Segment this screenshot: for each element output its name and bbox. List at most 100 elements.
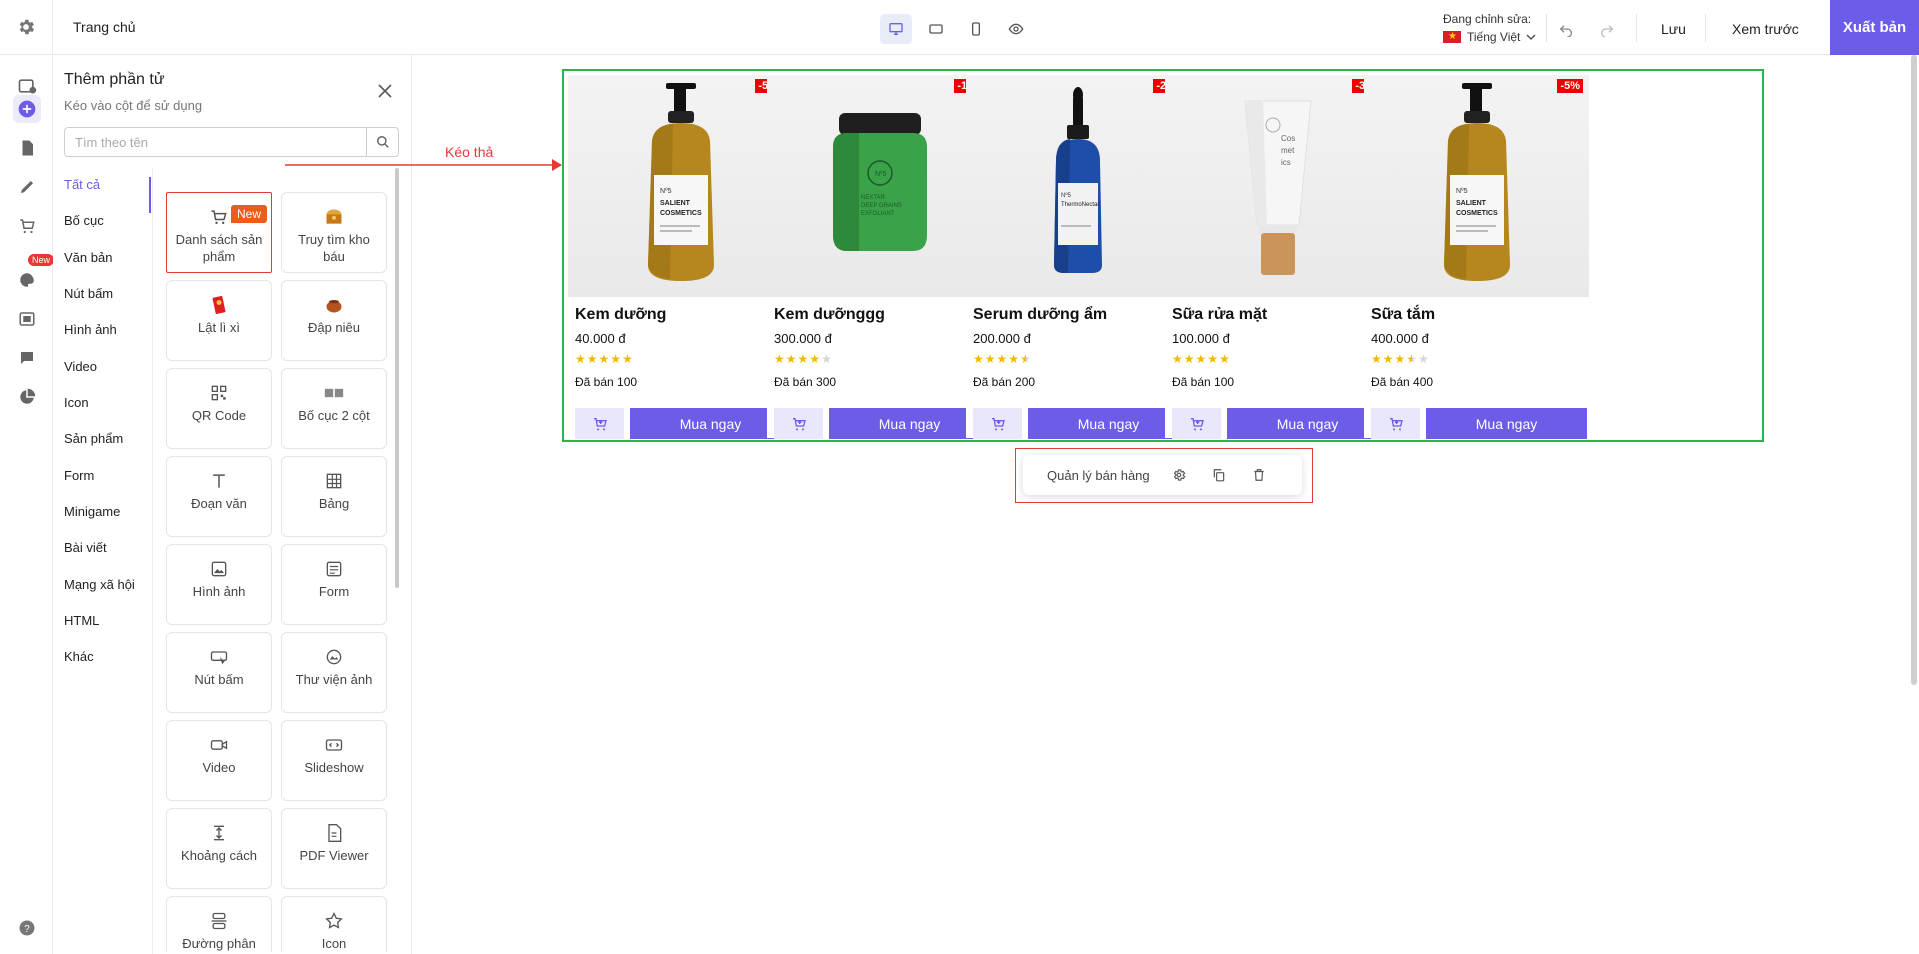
product-image[interactable]: Nº5ThermoNectar-20% (966, 75, 1191, 297)
element-tile[interactable]: Danh sách sản phẩm New (166, 192, 272, 273)
element-tile[interactable]: Form (281, 544, 387, 625)
category-item[interactable]: Video (64, 359, 97, 374)
preview-button[interactable]: Xem trước (1732, 21, 1799, 37)
add-to-cart-button[interactable] (774, 408, 823, 439)
element-tile[interactable]: PDF Viewer (281, 808, 387, 889)
product-name[interactable]: Serum dưỡng ẩm (973, 306, 1107, 324)
product-name[interactable]: Sữa rửa mặt (1172, 306, 1267, 324)
plus-circle-icon (18, 100, 36, 118)
product-card[interactable]: Nº5ThermoNectar-20%Serum dưỡng ẩm200.000… (966, 75, 1191, 439)
element-tile[interactable]: Đập niêu (281, 280, 387, 361)
category-item[interactable]: Sản phẩm (64, 431, 123, 446)
category-item[interactable]: Nút bấm (64, 286, 113, 301)
category-item[interactable]: Bố cục (64, 213, 104, 228)
star-icon: ★ (973, 352, 985, 366)
settings-button[interactable] (0, 0, 53, 55)
rail-help[interactable]: ? (13, 914, 41, 942)
redo-icon (1601, 25, 1614, 37)
close-button[interactable] (375, 83, 395, 103)
search-input[interactable] (65, 128, 366, 156)
canvas-scrollbar[interactable] (1911, 55, 1917, 685)
mobile-view-button[interactable] (960, 14, 992, 44)
desktop-view-button[interactable] (880, 14, 912, 44)
undo-button[interactable] (1555, 18, 1577, 40)
add-section-icon (18, 79, 37, 94)
rail-popup[interactable] (13, 305, 41, 333)
tablet-view-button[interactable] (920, 14, 952, 44)
delete-button[interactable] (1246, 462, 1272, 488)
product-card[interactable]: Cosmetics-30%Sữa rửa mặt100.000 đ★★★★★Đã… (1165, 75, 1390, 439)
redo-button[interactable] (1596, 18, 1618, 40)
product-name[interactable]: Kem dưỡng (575, 306, 666, 324)
rail-chat[interactable] (13, 344, 41, 372)
category-item[interactable]: Icon (64, 395, 89, 410)
buy-now-button[interactable]: Mua ngay (1426, 408, 1587, 439)
mobile-icon (972, 22, 980, 36)
rail-theme[interactable] (13, 266, 41, 294)
treasure-chest-icon (282, 207, 386, 227)
search-button[interactable] (366, 128, 398, 156)
star-icon: ★ (1020, 352, 1032, 366)
rail-analytics[interactable] (13, 383, 41, 411)
add-to-cart-button[interactable] (1371, 408, 1420, 439)
category-item[interactable]: Tất cả (64, 177, 100, 192)
element-tile[interactable]: Thư viện ảnh (281, 632, 387, 713)
element-tile-label: Đoạn văn (191, 496, 247, 511)
rail-add-element[interactable] (13, 95, 41, 123)
rail-pages[interactable] (13, 134, 41, 162)
category-item[interactable]: Bài viết (64, 540, 107, 555)
text-icon (167, 471, 271, 491)
product-card[interactable]: Nº5NEXTARDEEP GRAINSEXFOLIANT-10% Kem dưỡ… (767, 75, 992, 439)
product-card[interactable]: Nº5SALIENTCOSMETICS-50%Kem dưỡng40.000 đ… (568, 75, 793, 439)
element-tile[interactable]: QR Code (166, 368, 272, 449)
save-button[interactable]: Lưu (1661, 21, 1686, 37)
form-icon (282, 559, 386, 579)
image-icon (167, 559, 271, 579)
star-icon: ★ (1172, 352, 1184, 366)
category-item[interactable]: Hình ảnh (64, 322, 117, 337)
page-title[interactable]: Trang chủ (73, 19, 136, 35)
add-to-cart-button[interactable] (575, 408, 624, 439)
category-item[interactable]: Mạng xã hội (64, 577, 135, 592)
category-item[interactable]: Minigame (64, 504, 120, 519)
element-tile[interactable]: Truy tìm kho báu (281, 192, 387, 273)
product-image[interactable]: Nº5NEXTARDEEP GRAINSEXFOLIANT-10% (767, 75, 992, 297)
product-name[interactable]: Sữa tắm (1371, 306, 1435, 324)
element-tile[interactable]: Icon (281, 896, 387, 952)
star-icon: ★ (809, 352, 822, 366)
element-tile[interactable]: Slideshow (281, 720, 387, 801)
language-select[interactable]: Tiếng Việt (1443, 29, 1536, 45)
product-name[interactable]: Kem dưỡnggg (774, 306, 885, 324)
product-card[interactable]: Nº5 SALIENT COSMETICS -5% Sữa tắm 400.000 đ ★★… (1364, 75, 1589, 439)
element-tile[interactable]: Hình ảnh (166, 544, 272, 625)
element-tile[interactable]: Lật lì xì (166, 280, 272, 361)
panel-scrollbar[interactable] (395, 168, 399, 588)
category-item[interactable]: Form (64, 468, 94, 483)
element-tile[interactable]: Đường phân (166, 896, 272, 952)
rail-shop[interactable] (13, 212, 41, 240)
duplicate-button[interactable] (1206, 462, 1232, 488)
add-to-cart-button[interactable] (973, 408, 1022, 439)
sales-manage-link[interactable]: Quản lý bán hàng (1047, 468, 1150, 483)
element-tile[interactable]: Video (166, 720, 272, 801)
category-item[interactable]: HTML (64, 613, 99, 628)
block-settings-button[interactable] (1166, 462, 1192, 488)
element-tile[interactable]: Bố cục 2 cột (281, 368, 387, 449)
product-image[interactable]: Cosmetics-30% (1165, 75, 1390, 297)
element-tile[interactable]: Khoảng cách (166, 808, 272, 889)
preview-eye-button[interactable] (1000, 14, 1032, 44)
rail-edit[interactable] (13, 173, 41, 201)
element-tile[interactable]: Đoạn văn (166, 456, 272, 537)
product-list-block[interactable]: Nº5SALIENTCOSMETICS-50%Kem dưỡng40.000 đ… (562, 69, 1764, 442)
add-to-cart-button[interactable] (1172, 408, 1221, 439)
publish-button[interactable]: Xuất bản (1830, 0, 1919, 55)
element-tile[interactable]: Bảng (281, 456, 387, 537)
category-item[interactable]: Khác (64, 649, 94, 664)
product-image[interactable]: Nº5 SALIENT COSMETICS -5% (1364, 75, 1589, 297)
element-tile[interactable]: Nút bấm (166, 632, 272, 713)
file-icon (22, 140, 33, 156)
product-image[interactable]: Nº5SALIENTCOSMETICS-50% (568, 75, 793, 297)
sold-count: Đã bán 100 (1172, 375, 1235, 389)
category-item[interactable]: Văn bản (64, 250, 112, 265)
svg-text:?: ? (24, 924, 30, 935)
